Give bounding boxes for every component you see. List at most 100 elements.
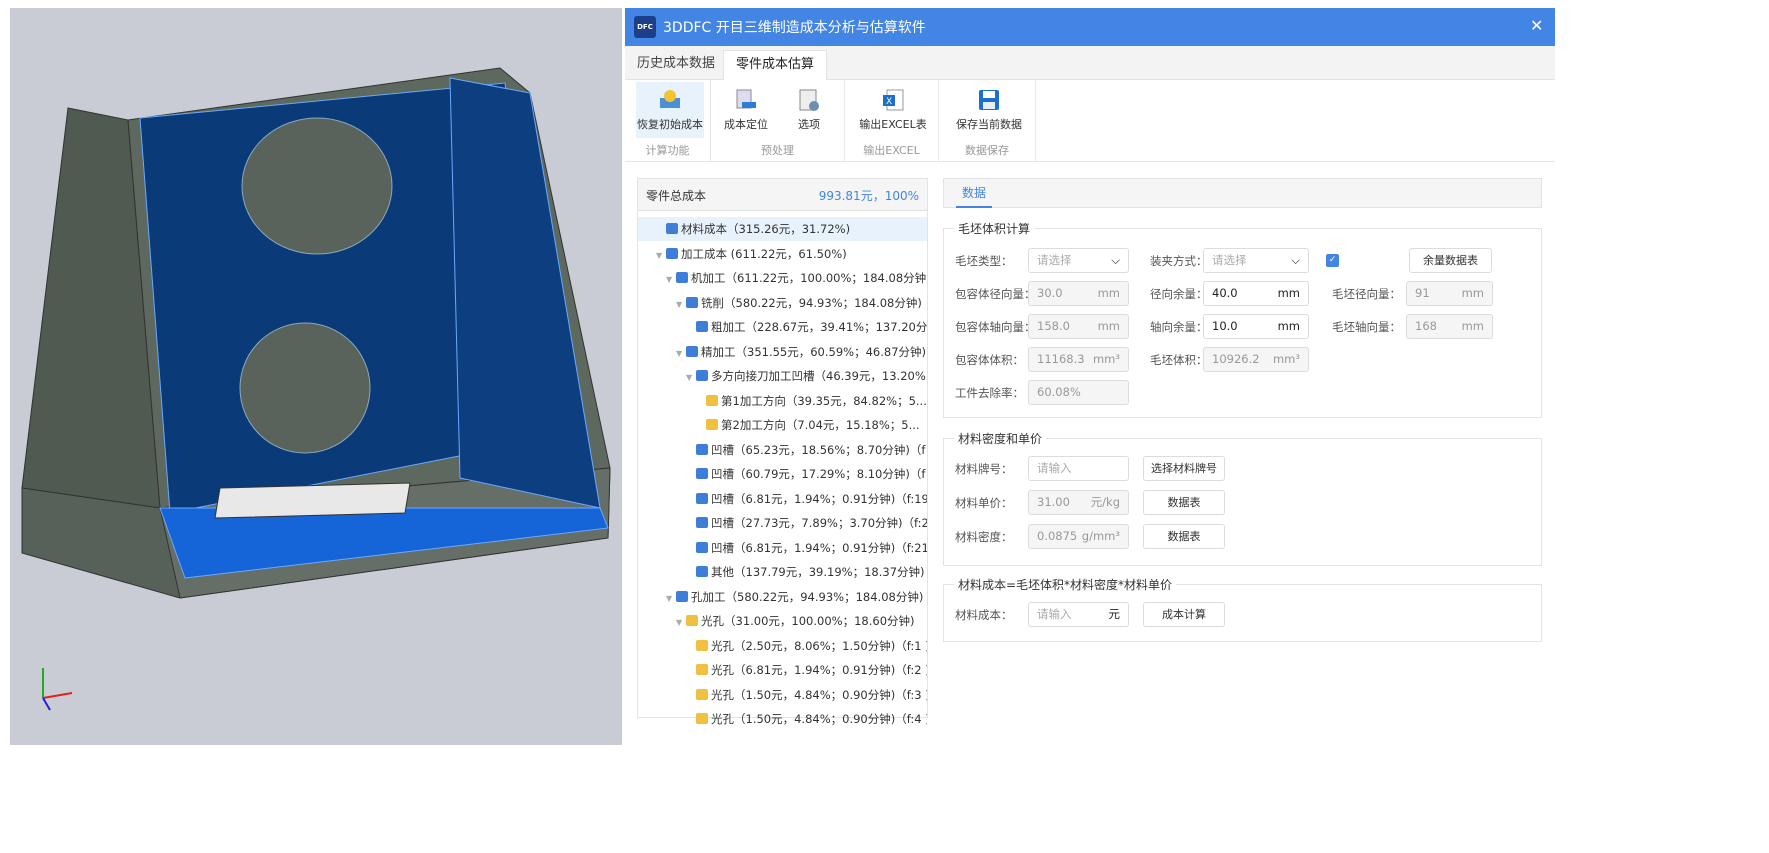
tree-item[interactable]: 第1加工方向（39.35元，84.82%；5... bbox=[638, 389, 927, 413]
save-data-button[interactable]: 保存当前数据 bbox=[949, 82, 1029, 138]
tree-item[interactable]: 第2加工方向（7.04元，15.18%；5... bbox=[638, 413, 927, 437]
group-label: 输出EXCEL bbox=[863, 144, 920, 157]
tree-node-icon bbox=[706, 419, 718, 430]
env-axial-label: 包容体轴向量： bbox=[955, 320, 1036, 334]
tree-item[interactable]: ▼ 加工成本 (611.22元，61.50%) bbox=[638, 242, 927, 266]
blank-radial-label: 毛坯径向量： bbox=[1332, 287, 1401, 301]
restore-cost-icon bbox=[660, 90, 680, 108]
expand-arrow-icon[interactable]: ▼ bbox=[666, 268, 676, 290]
tree-item-label: 多方向接刀加工凹槽（46.39元，13.20%... bbox=[711, 369, 927, 383]
tree-item[interactable]: 粗加工（228.67元，39.41%；137.20分钟) bbox=[638, 315, 927, 339]
blank-volume-field[interactable]: 10926.2 mm³ bbox=[1203, 347, 1309, 372]
tree-item[interactable]: ▼ 多方向接刀加工凹槽（46.39元，13.20%... bbox=[638, 364, 927, 388]
options-icon bbox=[799, 89, 819, 111]
density-table-button[interactable]: 数据表 bbox=[1143, 524, 1225, 549]
price-table-button[interactable]: 数据表 bbox=[1143, 490, 1225, 515]
tree-item[interactable]: 凹槽（60.79元，17.29%；8.10分钟)（f：18) bbox=[638, 462, 927, 486]
blank-radial-field[interactable]: 91 mm bbox=[1406, 281, 1493, 306]
export-excel-button[interactable]: X 输出EXCEL表 bbox=[855, 82, 931, 138]
excel-icon: X bbox=[883, 89, 904, 111]
radial-allow-field[interactable]: 40.0 mm bbox=[1203, 281, 1309, 306]
unit-label: mm bbox=[1277, 319, 1300, 333]
tree-header-label: 零件总成本 bbox=[646, 189, 707, 203]
blank-axial-field[interactable]: 168 mm bbox=[1406, 314, 1493, 339]
tree-item-label: 光孔（6.81元，1.94%；0.91分钟)（f:2 ) bbox=[711, 663, 927, 677]
panel-tab-bar: 数据 bbox=[943, 178, 1542, 208]
expand-arrow-icon[interactable]: ▼ bbox=[676, 293, 686, 315]
tree-item[interactable]: 光孔（6.81元，1.94%；0.91分钟)（f:2 ) bbox=[638, 658, 927, 682]
field-value: 请选择 bbox=[1037, 253, 1072, 267]
axial-allow-field[interactable]: 10.0 mm bbox=[1203, 314, 1309, 339]
calc-cost-button[interactable]: 成本计算 bbox=[1143, 602, 1225, 627]
tab-bar: 历史成本数据 零件成本估算 bbox=[625, 46, 1555, 80]
tab-history-cost[interactable]: 历史成本数据 bbox=[625, 50, 727, 80]
chevron-down-icon: ⌵ bbox=[1111, 253, 1120, 267]
clamp-select[interactable]: 请选择 ⌵ bbox=[1203, 248, 1309, 273]
density-field[interactable]: 0.0875 g/mm³ bbox=[1028, 524, 1129, 549]
env-radial-field[interactable]: 30.0 mm bbox=[1028, 281, 1129, 306]
env-axial-field[interactable]: 158.0 mm bbox=[1028, 314, 1129, 339]
tree-item[interactable]: 凹槽（65.23元，18.56%；8.70分钟)（f：17) bbox=[638, 438, 927, 462]
tree-item[interactable]: 光孔（1.50元，4.84%；0.90分钟)（f:3 ) bbox=[638, 683, 927, 707]
close-icon[interactable]: ✕ bbox=[1530, 16, 1543, 35]
select-grade-button[interactable]: 选择材料牌号 bbox=[1143, 456, 1225, 481]
removal-rate-field[interactable]: 60.08% bbox=[1028, 380, 1129, 405]
tree-item[interactable]: ▼ 孔加工（580.22元，94.93%；184.08分钟) bbox=[638, 585, 927, 609]
expand-arrow-icon[interactable]: ▼ bbox=[676, 611, 686, 633]
material-cost-input[interactable]: 请输入 元 bbox=[1028, 602, 1129, 627]
cost-locate-button[interactable]: 成本定位 bbox=[717, 82, 775, 138]
tree-item-label: 孔加工（580.22元，94.93%；184.08分钟) bbox=[691, 589, 924, 604]
material-grade-label: 材料牌号： bbox=[955, 462, 1013, 476]
field-value: 31.00 bbox=[1037, 495, 1070, 509]
tree-item[interactable]: 光孔（2.50元，8.06%；1.50分钟)（f:1 ) bbox=[638, 634, 927, 658]
tree-node-icon bbox=[676, 590, 688, 602]
blank-type-select[interactable]: 请选择 ⌵ bbox=[1028, 248, 1129, 273]
title-bar: DFC 3DDFC 开目三维制造成本分析与估算软件 ✕ bbox=[625, 8, 1555, 46]
unit-label: mm³ bbox=[1092, 352, 1120, 366]
material-grade-input[interactable]: 请输入 bbox=[1028, 456, 1129, 481]
tree-item[interactable]: ▼ 精加工（351.55元，60.59%；46.87分钟) bbox=[638, 340, 927, 364]
tree-node-icon bbox=[696, 688, 708, 700]
tab-part-cost-estimate[interactable]: 零件成本估算 bbox=[723, 50, 828, 80]
tree-node-icon bbox=[696, 321, 708, 332]
tree-item[interactable]: 凹槽（6.81元，1.94%；0.91分钟)（f:21 ) bbox=[638, 536, 927, 560]
tree-node-icon bbox=[696, 639, 708, 651]
expand-arrow-icon[interactable]: ▼ bbox=[676, 342, 686, 364]
unit-price-field[interactable]: 31.00 元/kg bbox=[1028, 490, 1129, 515]
tree-node-icon bbox=[696, 443, 708, 455]
material-cost-label: 材料成本： bbox=[955, 608, 1013, 622]
options-button[interactable]: 选项 bbox=[781, 82, 837, 138]
tree-item-label: 光孔（31.00元，100.00%；18.60分钟) bbox=[701, 614, 915, 628]
field-value: 请输入 bbox=[1037, 607, 1072, 621]
expand-arrow-icon[interactable]: ▼ bbox=[686, 366, 696, 388]
unit-label: mm³ bbox=[1272, 352, 1300, 366]
tab-data[interactable]: 数据 bbox=[956, 179, 993, 208]
checkbox[interactable]: ✓ bbox=[1326, 254, 1339, 267]
tree-node-icon bbox=[696, 370, 708, 381]
allowance-table-button[interactable]: 余量数据表 bbox=[1409, 248, 1492, 273]
section-title: 毛坯体积计算 bbox=[958, 222, 1031, 236]
blank-volume-label: 毛坯体积： bbox=[1150, 353, 1208, 367]
blank-axial-label: 毛坯轴向量： bbox=[1332, 320, 1401, 334]
expand-arrow-icon[interactable]: ▼ bbox=[666, 587, 676, 609]
field-value: 168 bbox=[1415, 319, 1437, 333]
tree-node-icon bbox=[696, 713, 708, 724]
section-title: 材料密度和单价 bbox=[958, 432, 1043, 446]
tree-item[interactable]: 凹槽（27.73元，7.89%；3.70分钟)（f:20 ) bbox=[638, 511, 927, 535]
tree-item[interactable]: 其他（137.79元，39.19%；18.37分钟)（f:0 ) bbox=[638, 560, 927, 584]
tree-item-label: 凹槽（6.81元，1.94%；0.91分钟)（f:19 ) bbox=[711, 491, 927, 506]
tree-item[interactable]: ▼ 铣削（580.22元，94.93%；184.08分钟) bbox=[638, 291, 927, 315]
field-value: 10926.2 bbox=[1212, 352, 1260, 366]
tree-item[interactable]: ▼ 机加工（611.22元，100.00%；184.08分钟) bbox=[638, 266, 927, 290]
tree-node-icon bbox=[686, 615, 698, 626]
restore-cost-button[interactable]: 恢复初始成本 bbox=[636, 82, 704, 138]
expand-arrow-icon[interactable]: ▼ bbox=[656, 244, 666, 266]
tree-item[interactable]: 光孔（1.50元，4.84%；0.90分钟)（f:4 ) bbox=[638, 707, 927, 731]
cost-tree[interactable]: 零件总成本 993.81元，100% 材料成本（315.26元，31.72%) ▼… bbox=[637, 178, 928, 726]
tree-item[interactable]: 材料成本（315.26元，31.72%) bbox=[638, 217, 927, 241]
tree-item[interactable]: ▼ 光孔（31.00元，100.00%；18.60分钟) bbox=[638, 609, 927, 633]
3d-viewport[interactable] bbox=[10, 8, 622, 745]
env-volume-field[interactable]: 11168.3 mm³ bbox=[1028, 347, 1129, 372]
tree-item-label: 光孔（1.50元，4.84%；0.90分钟)（f:3 ) bbox=[711, 687, 927, 702]
tree-item[interactable]: 凹槽（6.81元，1.94%；0.91分钟)（f:19 ) bbox=[638, 487, 927, 511]
